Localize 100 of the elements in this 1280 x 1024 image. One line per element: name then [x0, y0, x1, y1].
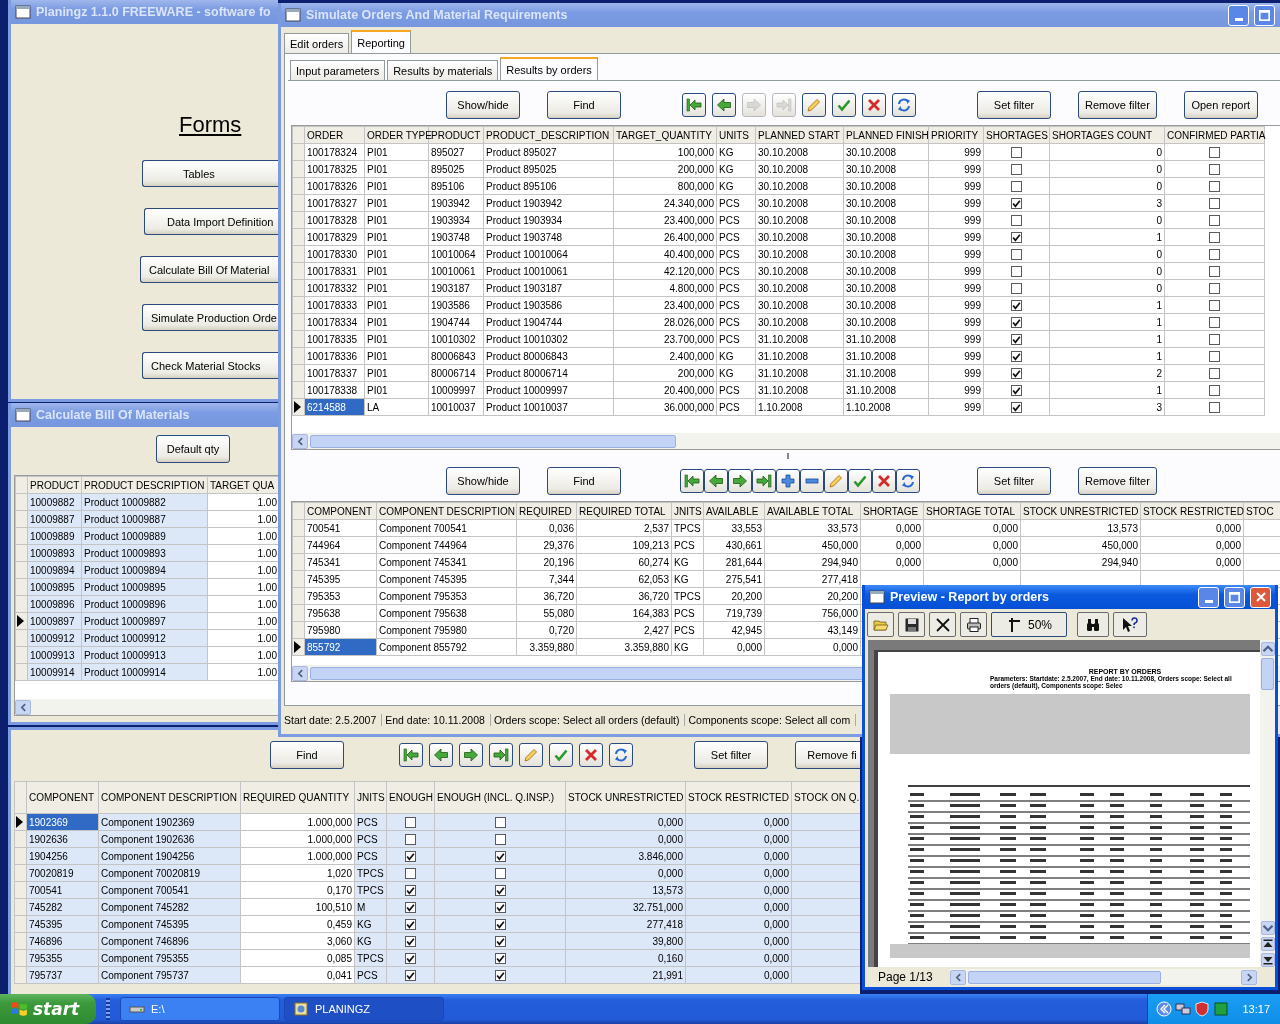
column-header[interactable]: STOCK UNRESTRICTED: [565, 781, 686, 814]
column-header[interactable]: AVAILABLE: [703, 502, 765, 520]
post-button[interactable]: [549, 743, 573, 767]
checkbox[interactable]: [1011, 163, 1022, 175]
refresh-button[interactable]: [892, 93, 916, 117]
checkbox[interactable]: [494, 816, 506, 828]
first-record-button[interactable]: [399, 743, 423, 767]
checkbox[interactable]: [494, 935, 506, 947]
checkbox[interactable]: [494, 969, 506, 981]
checkbox[interactable]: [1209, 401, 1220, 413]
edit-button[interactable]: [824, 469, 848, 493]
horizontal-scrollbar[interactable]: [292, 433, 1280, 449]
horizontal-scrollbar[interactable]: [15, 699, 278, 715]
checkbox[interactable]: [1209, 265, 1220, 277]
column-header[interactable]: COMPONENT DESCRIPTION: [376, 502, 517, 520]
checkbox[interactable]: [1011, 231, 1022, 243]
checkbox[interactable]: [1011, 214, 1022, 226]
column-header[interactable]: COMPONENT DESCRIPTION: [98, 781, 241, 814]
tab[interactable]: Reporting: [351, 30, 411, 53]
column-header[interactable]: ENOUGH: [386, 781, 435, 814]
tab[interactable]: Input parameters: [290, 60, 386, 80]
column-header[interactable]: STOCK UNRESTRICTED: [1020, 502, 1141, 520]
checkbox[interactable]: [405, 969, 416, 981]
scroll-right-button[interactable]: [1241, 969, 1257, 985]
column-header[interactable]: PRODUCT DESCRIPTION: [81, 476, 208, 494]
taskbar-button[interactable]: PLANINGZ: [284, 997, 444, 1021]
search-button[interactable]: [1077, 612, 1109, 637]
checkbox[interactable]: [1011, 180, 1022, 192]
toolbar-button[interactable]: Find: [547, 467, 621, 495]
post-button[interactable]: [848, 469, 872, 493]
checkbox[interactable]: [405, 816, 416, 828]
checkbox[interactable]: [494, 833, 506, 845]
toolbar-button[interactable]: Remove fi: [795, 741, 860, 769]
checkbox[interactable]: [1209, 367, 1220, 379]
column-header[interactable]: TARGET_QUANTITY: [613, 126, 717, 144]
refresh-button[interactable]: [609, 743, 633, 767]
column-header[interactable]: ORDER: [304, 126, 365, 144]
checkbox[interactable]: [1209, 350, 1220, 362]
help-button[interactable]: [1113, 612, 1147, 637]
checkbox[interactable]: [1011, 299, 1022, 311]
checkbox[interactable]: [1011, 333, 1022, 345]
toolbar-button[interactable]: Show/hide: [446, 467, 520, 495]
toolbar-button[interactable]: Set filter: [694, 741, 768, 769]
column-header[interactable]: PLANNED FINISH: [843, 126, 929, 144]
cancel-button[interactable]: [579, 743, 603, 767]
scroll-left-button[interactable]: [15, 699, 31, 715]
column-header[interactable]: PRODUCT: [27, 476, 82, 494]
start-button[interactable]: start: [0, 994, 96, 1024]
vertical-scrollbar[interactable]: [1260, 640, 1275, 967]
form-button[interactable]: Tables: [142, 160, 278, 187]
minimize-button[interactable]: [1228, 4, 1249, 26]
scroll-thumb[interactable]: [1261, 658, 1274, 690]
first-record-button[interactable]: [680, 469, 704, 493]
checkbox[interactable]: [1209, 316, 1220, 328]
form-button[interactable]: Check Material Stocks: [142, 352, 278, 379]
checkbox[interactable]: [405, 935, 416, 947]
edit-button[interactable]: [519, 743, 543, 767]
checkbox[interactable]: [1209, 146, 1220, 158]
checkbox[interactable]: [1209, 333, 1220, 345]
checkbox[interactable]: [1209, 248, 1220, 260]
checkbox[interactable]: [1209, 180, 1220, 192]
post-button[interactable]: [832, 93, 856, 117]
toolbar-button[interactable]: Set filter: [977, 91, 1051, 119]
column-header[interactable]: COMPONENT: [304, 502, 377, 520]
previous-record-button[interactable]: [712, 93, 736, 117]
delete-button[interactable]: [800, 469, 824, 493]
previous-record-button[interactable]: [429, 743, 453, 767]
toolbar-button[interactable]: Default qty: [156, 435, 230, 463]
column-header[interactable]: REQUIRED: [516, 502, 577, 520]
last-record-button[interactable]: [489, 743, 513, 767]
column-header[interactable]: JNITS: [671, 502, 704, 520]
close-button[interactable]: [929, 612, 956, 637]
print-button[interactable]: [960, 612, 987, 637]
checkbox[interactable]: [1209, 163, 1220, 175]
checkbox[interactable]: [1209, 197, 1220, 209]
maximize-button[interactable]: [1254, 4, 1275, 26]
tab[interactable]: Results by orders: [500, 57, 598, 80]
checkbox[interactable]: [1011, 248, 1022, 260]
scroll-thumb[interactable]: [310, 434, 676, 448]
toolbar-button[interactable]: Set filter: [977, 467, 1051, 495]
minimize-button[interactable]: [1198, 586, 1219, 608]
checkbox[interactable]: [405, 901, 416, 913]
toolbar-button[interactable]: Show/hide: [446, 91, 520, 119]
column-header[interactable]: STOCK RESTRICTED: [685, 781, 792, 814]
form-button[interactable]: Calculate Bill Of Material: [140, 256, 278, 283]
checkbox[interactable]: [405, 833, 416, 845]
checkbox[interactable]: [1011, 367, 1022, 379]
next-record-button[interactable]: [728, 469, 752, 493]
checkbox[interactable]: [405, 884, 416, 896]
tab[interactable]: Results by materials: [387, 60, 499, 80]
cancel-button[interactable]: [862, 93, 886, 117]
checkbox[interactable]: [494, 901, 506, 913]
column-header[interactable]: SHORTAGE TOTAL: [923, 502, 1021, 520]
checkbox[interactable]: [1011, 401, 1022, 413]
next-record-button[interactable]: [459, 743, 483, 767]
checkbox[interactable]: [1209, 299, 1220, 311]
checkbox[interactable]: [1011, 350, 1022, 362]
toolbar-button[interactable]: Remove filter: [1078, 467, 1157, 495]
checkbox[interactable]: [494, 884, 506, 896]
form-button[interactable]: Data Import Definition: [144, 208, 278, 235]
